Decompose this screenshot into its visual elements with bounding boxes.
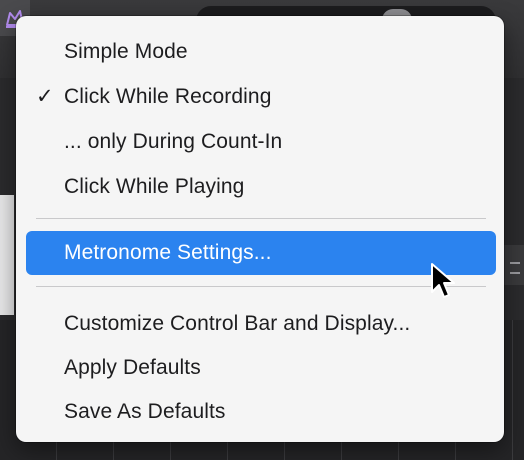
checkmark-icon: ✓	[36, 85, 54, 108]
resize-handle-icon[interactable]	[510, 262, 520, 274]
menu-separator	[36, 286, 486, 287]
menu-item-label: Click While Recording	[64, 85, 272, 108]
menu-item-customize-control-bar[interactable]: Customize Control Bar and Display...	[26, 306, 496, 342]
menu-item-simple-mode[interactable]: Simple Mode	[26, 34, 496, 70]
menu-item-label: Apply Defaults	[64, 356, 201, 379]
menu-item-apply-defaults[interactable]: Apply Defaults	[26, 350, 496, 386]
menu-separator	[36, 218, 486, 219]
menu-item-click-while-playing[interactable]: Click While Playing	[26, 169, 496, 205]
menu-item-label: Customize Control Bar and Display...	[64, 312, 411, 335]
menu-item-label: Click While Playing	[64, 175, 245, 198]
menu-item-metronome-settings[interactable]: Metronome Settings...	[26, 231, 496, 275]
menu-item-label: Simple Mode	[64, 40, 188, 63]
left-panel-edge	[0, 195, 14, 315]
metronome-context-menu: Simple Mode ✓ Click While Recording ... …	[16, 16, 504, 442]
menu-item-click-while-recording[interactable]: ✓ Click While Recording	[26, 79, 496, 115]
menu-item-label: ... only During Count-In	[64, 130, 283, 153]
menu-item-label: Save As Defaults	[64, 400, 226, 423]
arrow-cursor-icon	[431, 263, 455, 298]
menu-item-save-as-defaults[interactable]: Save As Defaults	[26, 394, 496, 430]
menu-item-label: Metronome Settings...	[64, 241, 272, 264]
left-panel-text: n	[2, 190, 14, 212]
menu-item-only-during-count-in[interactable]: ... only During Count-In	[26, 124, 496, 160]
